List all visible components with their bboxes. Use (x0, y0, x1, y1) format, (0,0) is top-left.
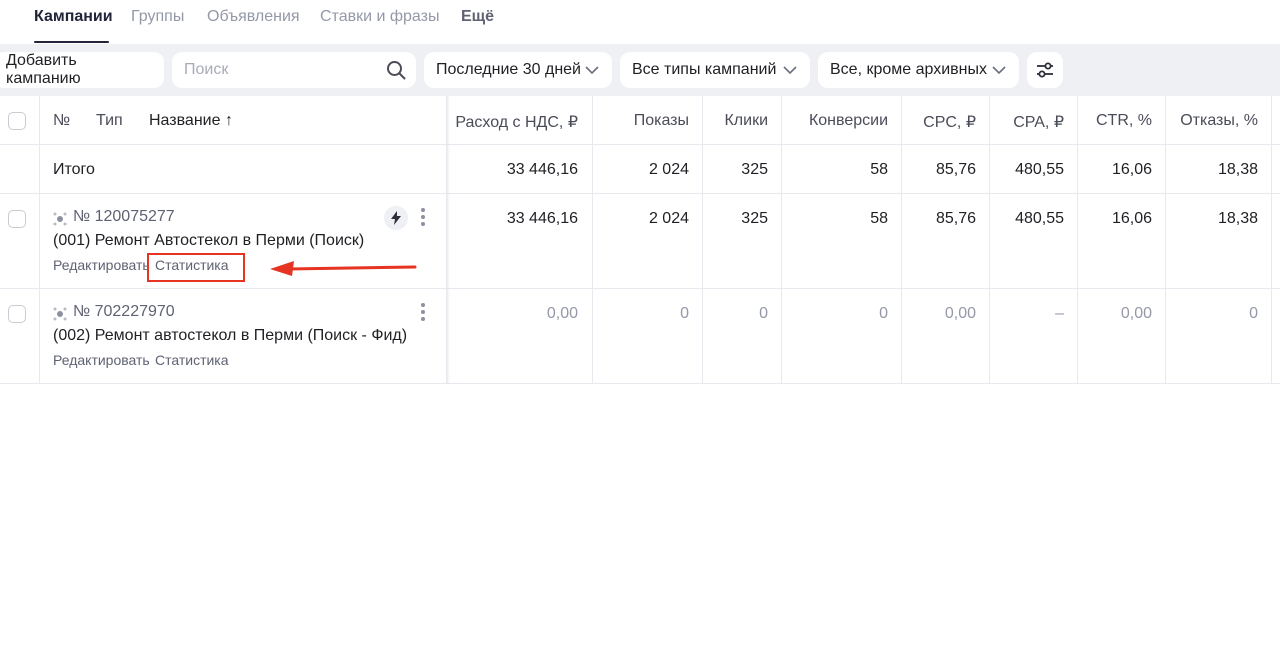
tab-campaigns[interactable]: Кампании (34, 8, 113, 26)
cell-impressions: 2 024 (648, 210, 689, 227)
table-settings-button[interactable] (1027, 52, 1063, 88)
add-campaign-button[interactable]: Добавить кампанию (0, 52, 164, 88)
total-bounces: 18,38 (1217, 161, 1258, 178)
search-icon[interactable] (386, 60, 406, 80)
total-cpa: 480,55 (1015, 161, 1064, 178)
statistics-link[interactable]: Статистика (155, 352, 229, 368)
cell-cost: 0,00 (546, 305, 578, 322)
table-row: № 702227970 (002) Ремонт автостекол в Пе… (0, 289, 1280, 384)
cell-cost: 33 446,16 (506, 210, 578, 227)
edit-link[interactable]: Редактировать (53, 352, 150, 368)
table-header-row: № Тип Название ↑ Расход с НДС, ₽ Показы … (0, 96, 1280, 145)
header-bounces[interactable]: Отказы, % (1180, 112, 1258, 130)
search-input[interactable] (184, 61, 364, 79)
cell-cpc: 0,00 (944, 305, 976, 322)
campaign-title[interactable]: (002) Ремонт автостекол в Перми (Поиск -… (53, 327, 407, 345)
tab-bids-phrases[interactable]: Ставки и фразы (320, 8, 439, 26)
toolbar: Добавить кампанию Последние 30 дней Все … (0, 44, 1280, 96)
campaign-id: № 702227970 (73, 303, 175, 320)
tab-ads[interactable]: Объявления (207, 8, 300, 26)
column-divider (592, 96, 593, 384)
active-tab-underline (34, 41, 109, 43)
cell-bounces: 18,38 (1217, 210, 1258, 227)
chevron-down-icon (783, 66, 797, 75)
sticky-column-shadow (446, 96, 450, 384)
chevron-down-icon (992, 66, 1006, 75)
total-ctr: 16,06 (1111, 161, 1152, 178)
top-tabs: Кампании Группы Объявления Ставки и фраз… (0, 0, 1280, 44)
tab-more[interactable]: Ещё (461, 8, 494, 26)
total-clicks: 325 (741, 161, 768, 178)
total-conversions: 58 (870, 161, 888, 178)
cell-cpa: 480,55 (1015, 210, 1064, 227)
cell-impressions: 0 (680, 305, 689, 322)
cell-clicks: 325 (741, 210, 768, 227)
cell-ctr: 16,06 (1111, 210, 1152, 227)
cell-bounces: 0 (1249, 305, 1258, 322)
column-divider (39, 96, 40, 384)
total-impressions: 2 024 (648, 161, 689, 178)
add-campaign-label: Добавить кампанию (6, 52, 81, 87)
period-label: Последние 30 дней (436, 61, 581, 78)
header-impressions[interactable]: Показы (634, 112, 689, 130)
total-cost: 33 446,16 (506, 161, 578, 178)
header-name[interactable]: Название ↑ (149, 112, 233, 130)
campaign-types-select[interactable]: Все типы кампаний (620, 52, 810, 88)
autotargeting-button[interactable] (384, 206, 408, 230)
row-checkbox[interactable] (8, 305, 26, 323)
column-divider (1271, 96, 1272, 384)
annotation-arrow-icon (270, 261, 417, 276)
column-divider (901, 96, 902, 384)
header-type[interactable]: Тип (96, 112, 123, 130)
cell-cpc: 85,76 (935, 210, 976, 227)
archive-filter-label: Все, кроме архивных (830, 61, 987, 78)
total-label: Итого (53, 161, 95, 178)
search-campaign-icon (53, 307, 67, 321)
archive-filter-select[interactable]: Все, кроме архивных (818, 52, 1019, 88)
column-divider (781, 96, 782, 384)
header-num[interactable]: № (53, 112, 70, 130)
cell-ctr: 0,00 (1120, 305, 1152, 322)
header-ctr[interactable]: CTR, % (1096, 112, 1152, 130)
period-select[interactable]: Последние 30 дней (424, 52, 612, 88)
search-box[interactable] (172, 52, 416, 88)
column-divider (1077, 96, 1078, 384)
campaign-title[interactable]: (001) Ремонт Автостекол в Перми (Поиск) (53, 232, 364, 250)
more-vertical-icon[interactable] (420, 208, 426, 226)
search-campaign-icon (53, 212, 67, 226)
select-all-checkbox[interactable] (8, 112, 26, 130)
header-cpc[interactable]: CPC, ₽ (923, 112, 976, 132)
edit-link[interactable]: Редактировать (53, 257, 150, 273)
column-divider (989, 96, 990, 384)
cell-cpa: – (1055, 305, 1064, 322)
lightning-icon (391, 211, 401, 225)
total-cpc: 85,76 (935, 161, 976, 178)
sliders-icon (1037, 62, 1053, 78)
column-divider (702, 96, 703, 384)
cell-conversions: 0 (879, 305, 888, 322)
column-divider (1165, 96, 1166, 384)
annotation-highlight-box (147, 253, 245, 282)
header-conversions[interactable]: Конверсии (809, 112, 888, 130)
header-cpa[interactable]: CPA, ₽ (1013, 112, 1064, 132)
campaign-id: № 120075277 (73, 208, 175, 225)
cell-clicks: 0 (759, 305, 768, 322)
table-total-row: Итого 33 446,16 2 024 325 58 85,76 480,5… (0, 145, 1280, 194)
campaign-types-label: Все типы кампаний (632, 61, 777, 78)
row-checkbox[interactable] (8, 210, 26, 228)
header-clicks[interactable]: Клики (724, 112, 768, 130)
tab-groups[interactable]: Группы (131, 8, 184, 26)
more-vertical-icon[interactable] (420, 303, 426, 321)
header-cost[interactable]: Расход с НДС, ₽ (455, 112, 578, 132)
cell-conversions: 58 (870, 210, 888, 227)
chevron-down-icon (585, 66, 599, 75)
